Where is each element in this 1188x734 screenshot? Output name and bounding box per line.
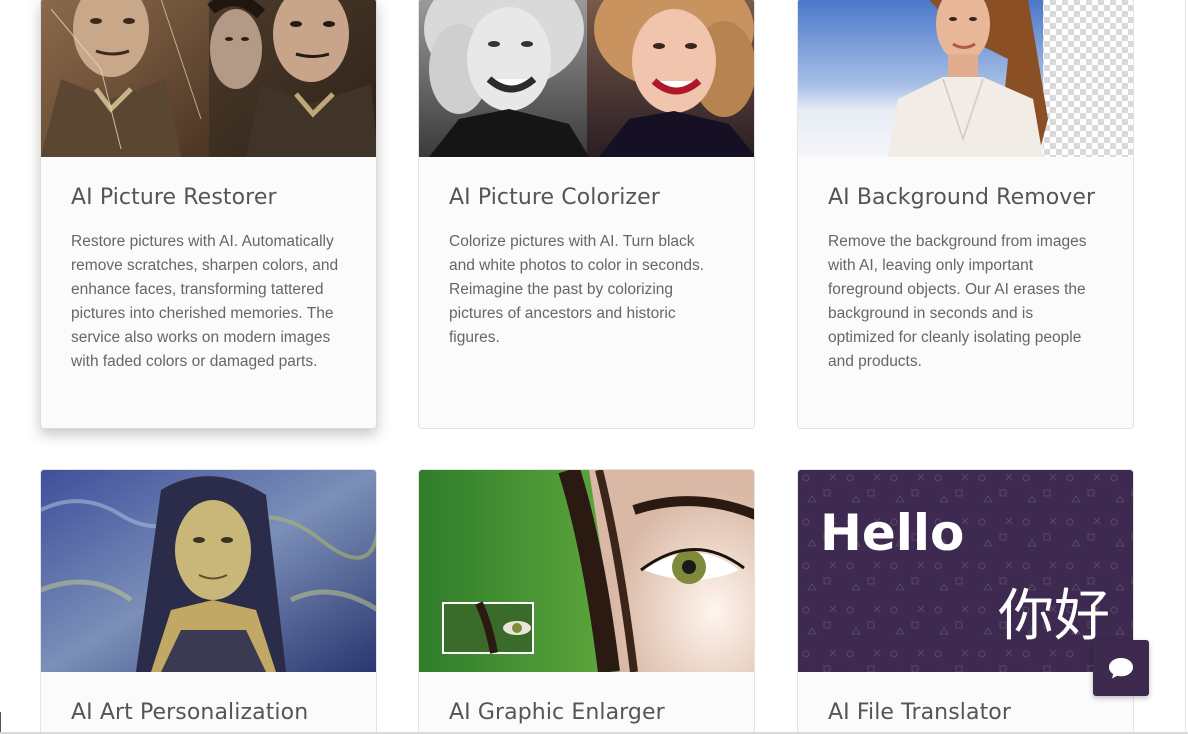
- card-picture-colorizer[interactable]: AI Picture Colorizer Colorize pictures w…: [418, 0, 755, 429]
- card-title: AI Art Personalization: [71, 700, 309, 725]
- hello-image-text: Hello: [820, 504, 964, 562]
- card-title: AI Picture Restorer: [71, 185, 277, 210]
- card-title: AI Graphic Enlarger: [449, 700, 665, 725]
- restored-soldier-photo: [41, 0, 376, 157]
- card-picture-restorer[interactable]: AI Picture Restorer Restore pictures wit…: [40, 0, 377, 429]
- card-title: AI Picture Colorizer: [449, 185, 660, 210]
- hello-translation-graphic: Hello 你好: [798, 470, 1133, 672]
- restorer-thumbnail: [41, 0, 376, 157]
- eye-closeup-enlarged: [419, 470, 754, 672]
- colorizer-thumbnail: [419, 0, 754, 157]
- graphic-enlarger-thumbnail: [419, 470, 754, 672]
- background-removed-portrait: [798, 0, 1133, 157]
- card-title: AI File Translator: [828, 700, 1011, 725]
- file-translator-thumbnail: Hello 你好: [798, 470, 1133, 672]
- chat-widget-button[interactable]: [1093, 640, 1149, 696]
- colorized-portrait-photo: [419, 0, 754, 157]
- card-description: Restore pictures with AI. Automatically …: [71, 233, 339, 370]
- art-personalization-thumbnail: [41, 470, 376, 672]
- card-art-personalization[interactable]: AI Art Personalization: [40, 469, 377, 734]
- card-description: Remove the background from images with A…: [828, 233, 1087, 370]
- nihao-image-text: 你好: [998, 584, 1110, 649]
- mona-lisa-painting-style: [41, 470, 376, 672]
- chat-bubble-icon: [1109, 658, 1133, 679]
- card-file-translator[interactable]: Hello 你好 AI File Translator: [797, 469, 1134, 734]
- card-title: AI Background Remover: [828, 185, 1096, 210]
- card-description: Colorize pictures with AI. Turn black an…: [449, 233, 705, 346]
- scrollbar-edge: [1185, 0, 1186, 734]
- card-graphic-enlarger[interactable]: AI Graphic Enlarger: [418, 469, 755, 734]
- card-background-remover[interactable]: AI Background Remover Remove the backgro…: [797, 0, 1134, 429]
- background-remover-thumbnail: [798, 0, 1133, 157]
- page: AI Picture Restorer Restore pictures wit…: [0, 0, 1188, 734]
- corner-mark: [0, 712, 1, 732]
